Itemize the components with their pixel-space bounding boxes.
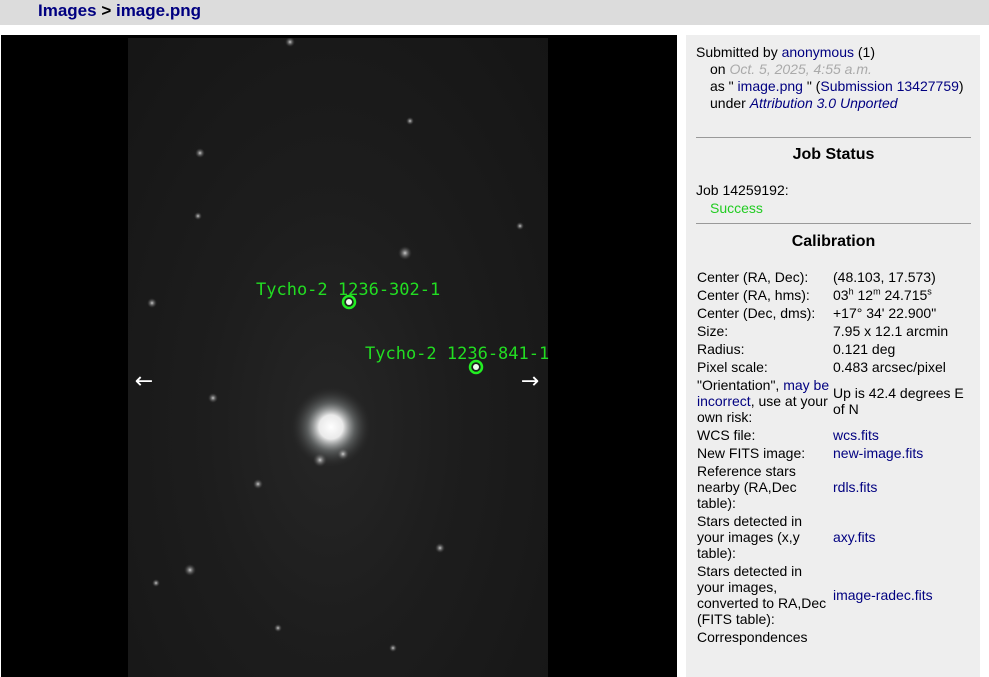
wcs-file-link[interactable]: wcs.fits <box>833 427 879 443</box>
bright-star <box>291 387 371 467</box>
submission-date: Oct. 5, 2025, 4:55 a.m. <box>729 61 872 77</box>
center-hms-label: Center (RA, hms): <box>697 287 810 303</box>
filename-link[interactable]: image.png <box>738 78 803 94</box>
as-label: as " <box>710 78 738 94</box>
job-status-heading: Job Status <box>792 146 875 163</box>
calibration-heading: Calibration <box>791 233 876 250</box>
table-row: Stars detected in your images (x,y table… <box>695 512 975 562</box>
breadcrumb: Images > image.png <box>38 0 201 21</box>
divider <box>696 137 971 138</box>
info-panel: Submitted by anonymous (1) on Oct. 5, 20… <box>686 35 980 677</box>
calibration-table: Center (RA, Dec): (48.103, 17.573) Center… <box>695 268 975 646</box>
faint-star <box>435 543 445 553</box>
table-row: Correspondences <box>695 628 975 646</box>
center-dms-label: Center (Dec, dms): <box>697 305 816 321</box>
filename-line: as " image.png " (Submission 13427759) <box>696 78 976 95</box>
rdls-fits-link[interactable]: rdls.fits <box>833 479 877 495</box>
pixel-scale-label: Pixel scale: <box>697 359 768 375</box>
hms-minutes: 12 <box>853 287 874 303</box>
faint-star <box>184 564 196 576</box>
next-arrow-icon[interactable]: → <box>519 371 541 393</box>
star-label: Tycho-2 1236-841-1 <box>365 344 550 364</box>
faint-star <box>516 222 524 230</box>
submitted-by-line: Submitted by anonymous (1) <box>696 44 976 61</box>
submission-link[interactable]: Submission 13427759 <box>820 78 959 94</box>
orientation-pre: "Orientation", <box>697 377 784 393</box>
faint-star <box>337 448 349 460</box>
faint-star <box>389 644 397 652</box>
job-status-value: Success <box>710 200 763 216</box>
license-line: under Attribution 3.0 Unported <box>696 95 976 112</box>
table-row: Radius: 0.121 deg <box>695 340 975 358</box>
submission-info: Submitted by anonymous (1) on Oct. 5, 20… <box>696 44 976 112</box>
correspondences-value <box>831 628 975 646</box>
seconds-unit: s <box>927 286 932 297</box>
faint-star <box>274 624 282 632</box>
image-viewer: Tycho-2 1236-302-1 Tycho-2 1236-841-1 ← … <box>1 35 677 677</box>
breadcrumb-images-link[interactable]: Images <box>38 1 97 20</box>
breadcrumb-current-link[interactable]: image.png <box>116 1 201 20</box>
table-row: Center (RA, hms): 03h 12m 24.715s <box>695 286 975 304</box>
user-link[interactable]: anonymous <box>782 44 854 60</box>
radius-label: Radius: <box>697 341 745 357</box>
radius-value: 0.121 deg <box>833 341 896 357</box>
faint-star <box>253 479 263 489</box>
tycho-star-core <box>473 364 479 370</box>
table-row: New FITS image: new-image.fits <box>695 444 975 462</box>
orientation-value: Up is 42.4 degrees E of N <box>833 385 964 417</box>
star-label: Tycho-2 1236-302-1 <box>256 280 441 300</box>
on-label: on <box>710 61 730 77</box>
image-radec-link[interactable]: image-radec.fits <box>833 587 933 603</box>
table-row: Reference stars nearby (RA,Dec table): rd… <box>695 462 975 512</box>
table-row: Stars detected in your images, converted… <box>695 562 975 628</box>
minutes-unit: m <box>873 286 881 297</box>
table-row: "Orientation", may be incorrect, use at … <box>695 376 975 426</box>
table-row: Center (RA, Dec): (48.103, 17.573) <box>695 268 975 286</box>
table-row: WCS file: wcs.fits <box>695 426 975 444</box>
date-line: on Oct. 5, 2025, 4:55 a.m. <box>696 61 976 78</box>
table-row: Pixel scale: 0.483 arcsec/pixel <box>695 358 975 376</box>
wcs-label: WCS file: <box>697 427 756 443</box>
table-row: Size: 7.95 x 12.1 arcmin <box>695 322 975 340</box>
faint-star <box>398 246 412 260</box>
divider <box>696 223 971 224</box>
faint-star <box>313 453 327 467</box>
faint-star <box>285 38 295 47</box>
previous-arrow-icon[interactable]: ← <box>133 371 155 393</box>
under-label: under <box>710 95 750 111</box>
faint-star <box>152 579 160 587</box>
center-radec-value: (48.103, 17.573) <box>833 269 936 285</box>
faint-star <box>406 117 414 125</box>
user-count: (1) <box>854 44 875 60</box>
license-link[interactable]: Attribution 3.0 Unported <box>750 95 898 111</box>
job-label: Job 14259192: <box>696 182 789 198</box>
center-radec-label: Center (RA, Dec): <box>697 269 809 285</box>
orientation-label: "Orientation", may be incorrect, use at … <box>695 376 831 426</box>
new-fits-label: New FITS image: <box>697 445 806 461</box>
as-mid: " ( <box>802 78 821 94</box>
size-value: 7.95 x 12.1 arcmin <box>833 323 949 339</box>
correspondences-label: Correspondences <box>697 629 808 645</box>
faint-star <box>147 298 157 308</box>
faint-star <box>208 393 218 403</box>
as-suffix: ) <box>958 78 964 94</box>
submitted-by-label: Submitted by <box>696 44 782 60</box>
faint-star <box>194 212 202 220</box>
converted-stars-label: Stars detected in your images, converted… <box>697 563 827 627</box>
job-info: Job 14259192: Success <box>696 181 789 217</box>
new-fits-link[interactable]: new-image.fits <box>833 445 923 461</box>
table-row: Center (Dec, dms): +17° 34' 22.900" <box>695 304 975 322</box>
breadcrumb-separator: > <box>96 1 116 20</box>
pixel-scale-value: 0.483 arcsec/pixel <box>833 359 946 375</box>
ref-stars-label: Reference stars nearby (RA,Dec table): <box>697 463 797 511</box>
size-label: Size: <box>697 323 729 339</box>
hms-hours: 03 <box>833 287 849 303</box>
axy-fits-link[interactable]: axy.fits <box>833 529 876 545</box>
center-dms-value: +17° 34' 22.900" <box>833 305 937 321</box>
center-hms-value: 03h 12m 24.715s <box>831 286 975 304</box>
detected-stars-label: Stars detected in your images (x,y table… <box>697 513 803 561</box>
faint-star <box>195 148 205 158</box>
hms-seconds: 24.715 <box>880 287 928 303</box>
